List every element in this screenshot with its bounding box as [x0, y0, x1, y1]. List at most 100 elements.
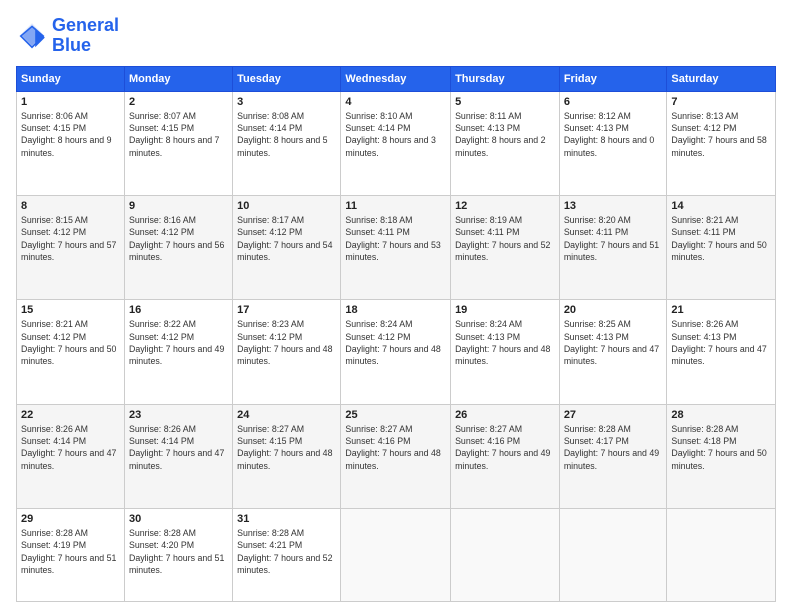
day-number: 17 [237, 304, 336, 316]
day-info: Sunrise: 8:25 AMSunset: 4:13 PMDaylight:… [564, 318, 663, 367]
day-number: 9 [129, 200, 228, 212]
calendar-header-row: SundayMondayTuesdayWednesdayThursdayFrid… [17, 66, 776, 91]
day-info: Sunrise: 8:28 AMSunset: 4:20 PMDaylight:… [129, 527, 228, 576]
day-number: 30 [129, 513, 228, 525]
calendar-cell: 1 Sunrise: 8:06 AMSunset: 4:15 PMDaylight… [17, 91, 125, 195]
day-info: Sunrise: 8:26 AMSunset: 4:13 PMDaylight:… [671, 318, 771, 367]
calendar-cell: 18 Sunrise: 8:24 AMSunset: 4:12 PMDayligh… [341, 300, 451, 404]
page: General Blue SundayMondayTuesdayWednesda… [0, 0, 792, 612]
day-info: Sunrise: 8:12 AMSunset: 4:13 PMDaylight:… [564, 110, 663, 159]
logo: General Blue [16, 16, 119, 56]
day-info: Sunrise: 8:26 AMSunset: 4:14 PMDaylight:… [21, 423, 120, 472]
calendar-cell: 26 Sunrise: 8:27 AMSunset: 4:16 PMDayligh… [451, 404, 560, 508]
day-info: Sunrise: 8:22 AMSunset: 4:12 PMDaylight:… [129, 318, 228, 367]
day-info: Sunrise: 8:24 AMSunset: 4:13 PMDaylight:… [455, 318, 555, 367]
day-number: 18 [345, 304, 446, 316]
calendar-week-4: 22 Sunrise: 8:26 AMSunset: 4:14 PMDayligh… [17, 404, 776, 508]
calendar-cell: 15Sunrise: 8:21 AMSunset: 4:12 PMDayligh… [17, 300, 125, 404]
day-number: 11 [345, 200, 446, 212]
calendar-cell: 30 Sunrise: 8:28 AMSunset: 4:20 PMDayligh… [124, 509, 232, 602]
day-number: 3 [237, 96, 336, 108]
day-number: 4 [345, 96, 446, 108]
day-info: Sunrise: 8:26 AMSunset: 4:14 PMDaylight:… [129, 423, 228, 472]
day-info: Sunrise: 8:06 AMSunset: 4:15 PMDaylight:… [21, 110, 120, 159]
calendar-week-2: 8Sunrise: 8:15 AMSunset: 4:12 PMDaylight… [17, 195, 776, 299]
calendar-cell [341, 509, 451, 602]
day-number: 23 [129, 409, 228, 421]
calendar-cell [559, 509, 667, 602]
day-number: 29 [21, 513, 120, 525]
calendar-cell: 19 Sunrise: 8:24 AMSunset: 4:13 PMDayligh… [451, 300, 560, 404]
calendar-cell: 5 Sunrise: 8:11 AMSunset: 4:13 PMDaylight… [451, 91, 560, 195]
calendar-cell: 28Sunrise: 8:28 AMSunset: 4:18 PMDayligh… [667, 404, 776, 508]
day-info: Sunrise: 8:20 AMSunset: 4:11 PMDaylight:… [564, 214, 663, 263]
day-number: 16 [129, 304, 228, 316]
day-info: Sunrise: 8:17 AMSunset: 4:12 PMDaylight:… [237, 214, 336, 263]
day-number: 22 [21, 409, 120, 421]
col-header-friday: Friday [559, 66, 667, 91]
calendar-cell: 29Sunrise: 8:28 AMSunset: 4:19 PMDayligh… [17, 509, 125, 602]
col-header-tuesday: Tuesday [233, 66, 341, 91]
col-header-thursday: Thursday [451, 66, 560, 91]
day-number: 12 [455, 200, 555, 212]
day-number: 15 [21, 304, 120, 316]
calendar-cell: 13 Sunrise: 8:20 AMSunset: 4:11 PMDayligh… [559, 195, 667, 299]
day-info: Sunrise: 8:21 AMSunset: 4:11 PMDaylight:… [671, 214, 771, 263]
day-info: Sunrise: 8:07 AMSunset: 4:15 PMDaylight:… [129, 110, 228, 159]
day-info: Sunrise: 8:27 AMSunset: 4:16 PMDaylight:… [455, 423, 555, 472]
calendar-cell: 17 Sunrise: 8:23 AMSunset: 4:12 PMDayligh… [233, 300, 341, 404]
calendar-cell: 11 Sunrise: 8:18 AMSunset: 4:11 PMDayligh… [341, 195, 451, 299]
day-info: Sunrise: 8:23 AMSunset: 4:12 PMDaylight:… [237, 318, 336, 367]
calendar-week-5: 29Sunrise: 8:28 AMSunset: 4:19 PMDayligh… [17, 509, 776, 602]
day-info: Sunrise: 8:11 AMSunset: 4:13 PMDaylight:… [455, 110, 555, 159]
day-number: 20 [564, 304, 663, 316]
col-header-sunday: Sunday [17, 66, 125, 91]
day-info: Sunrise: 8:24 AMSunset: 4:12 PMDaylight:… [345, 318, 446, 367]
calendar-cell: 6 Sunrise: 8:12 AMSunset: 4:13 PMDaylight… [559, 91, 667, 195]
calendar-cell [451, 509, 560, 602]
day-number: 19 [455, 304, 555, 316]
calendar-cell: 12 Sunrise: 8:19 AMSunset: 4:11 PMDayligh… [451, 195, 560, 299]
day-number: 14 [671, 200, 771, 212]
calendar-cell: 4Sunrise: 8:10 AMSunset: 4:14 PMDaylight… [341, 91, 451, 195]
day-number: 25 [345, 409, 446, 421]
day-number: 13 [564, 200, 663, 212]
calendar-cell: 7 Sunrise: 8:13 AMSunset: 4:12 PMDaylight… [667, 91, 776, 195]
calendar-cell: 20 Sunrise: 8:25 AMSunset: 4:13 PMDayligh… [559, 300, 667, 404]
calendar-cell: 16 Sunrise: 8:22 AMSunset: 4:12 PMDayligh… [124, 300, 232, 404]
day-info: Sunrise: 8:28 AMSunset: 4:17 PMDaylight:… [564, 423, 663, 472]
day-number: 6 [564, 96, 663, 108]
col-header-monday: Monday [124, 66, 232, 91]
calendar-cell: 21Sunrise: 8:26 AMSunset: 4:13 PMDayligh… [667, 300, 776, 404]
calendar-cell: 8Sunrise: 8:15 AMSunset: 4:12 PMDaylight… [17, 195, 125, 299]
calendar-table: SundayMondayTuesdayWednesdayThursdayFrid… [16, 66, 776, 602]
header: General Blue [16, 16, 776, 56]
calendar-cell: 14 Sunrise: 8:21 AMSunset: 4:11 PMDayligh… [667, 195, 776, 299]
col-header-wednesday: Wednesday [341, 66, 451, 91]
col-header-saturday: Saturday [667, 66, 776, 91]
calendar-cell: 9 Sunrise: 8:16 AMSunset: 4:12 PMDaylight… [124, 195, 232, 299]
day-number: 1 [21, 96, 120, 108]
day-number: 24 [237, 409, 336, 421]
calendar-cell: 22 Sunrise: 8:26 AMSunset: 4:14 PMDayligh… [17, 404, 125, 508]
day-number: 7 [671, 96, 771, 108]
day-number: 31 [237, 513, 336, 525]
day-number: 28 [671, 409, 771, 421]
day-info: Sunrise: 8:08 AMSunset: 4:14 PMDaylight:… [237, 110, 336, 159]
day-number: 26 [455, 409, 555, 421]
calendar-week-3: 15Sunrise: 8:21 AMSunset: 4:12 PMDayligh… [17, 300, 776, 404]
day-info: Sunrise: 8:28 AMSunset: 4:21 PMDaylight:… [237, 527, 336, 576]
day-info: Sunrise: 8:13 AMSunset: 4:12 PMDaylight:… [671, 110, 771, 159]
calendar-cell [667, 509, 776, 602]
calendar-cell: 27 Sunrise: 8:28 AMSunset: 4:17 PMDayligh… [559, 404, 667, 508]
day-number: 27 [564, 409, 663, 421]
calendar-cell: 23 Sunrise: 8:26 AMSunset: 4:14 PMDayligh… [124, 404, 232, 508]
day-info: Sunrise: 8:19 AMSunset: 4:11 PMDaylight:… [455, 214, 555, 263]
day-number: 8 [21, 200, 120, 212]
calendar-cell: 10Sunrise: 8:17 AMSunset: 4:12 PMDayligh… [233, 195, 341, 299]
day-number: 5 [455, 96, 555, 108]
day-info: Sunrise: 8:18 AMSunset: 4:11 PMDaylight:… [345, 214, 446, 263]
day-info: Sunrise: 8:16 AMSunset: 4:12 PMDaylight:… [129, 214, 228, 263]
calendar-cell: 2Sunrise: 8:07 AMSunset: 4:15 PMDaylight… [124, 91, 232, 195]
day-info: Sunrise: 8:27 AMSunset: 4:16 PMDaylight:… [345, 423, 446, 472]
